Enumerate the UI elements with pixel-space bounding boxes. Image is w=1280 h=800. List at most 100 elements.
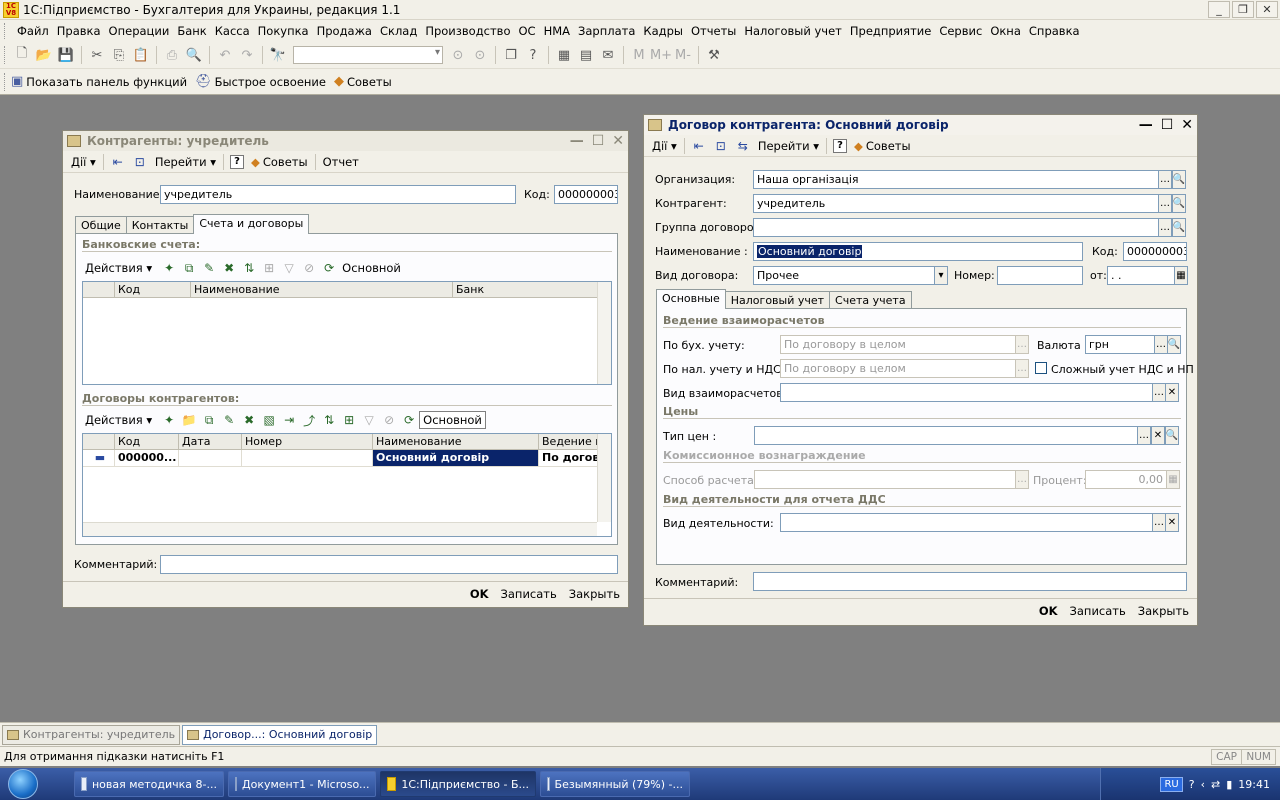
minimize-icon[interactable]: — (570, 133, 584, 149)
help-tray-icon[interactable]: ? (1189, 778, 1195, 791)
contracts-grid-vscroll[interactable] (597, 434, 611, 522)
hierarchy-icon[interactable]: ⊞ (341, 412, 357, 428)
preview-icon[interactable]: 🔍 (185, 46, 203, 64)
filter-icon[interactable]: ▽ (361, 412, 377, 428)
menu-bank[interactable]: Банк (173, 24, 210, 38)
price-type-field[interactable] (754, 426, 1138, 445)
date-from-field[interactable]: . . (1107, 266, 1175, 285)
menu-sales[interactable]: Продажа (313, 24, 376, 38)
close-icon[interactable]: ✕ (1181, 117, 1193, 133)
goto-menu[interactable]: Перейти ▾ (151, 155, 220, 169)
col-name[interactable]: Наименование (191, 282, 453, 297)
actions-menu[interactable]: Дії ▾ (67, 155, 100, 169)
clear-filter-icon[interactable]: ⊘ (381, 412, 397, 428)
windows-icon[interactable]: ❐ (502, 46, 520, 64)
minimize-button[interactable]: _ (1208, 1, 1230, 18)
help-icon[interactable]: ? (524, 46, 542, 64)
col-code[interactable]: Код (115, 282, 191, 297)
memory-plus-icon[interactable]: M+ (650, 46, 672, 64)
taskbar-item-paint[interactable]: Безымянный (79%) -... (540, 771, 690, 797)
tab-contacts[interactable]: Контакты (125, 216, 195, 234)
chevron-down-icon[interactable]: ▾ (934, 266, 948, 285)
col-bank[interactable]: Банк (453, 282, 599, 297)
code-field[interactable]: 000000003 (554, 185, 618, 204)
redo-icon[interactable]: ↷ (238, 46, 256, 64)
taskbar-item-word2[interactable]: Документ1 - Microso... (228, 771, 376, 797)
chevron-left-icon[interactable]: ‹ (1201, 778, 1205, 791)
actions-menu[interactable]: Дії ▾ (648, 139, 681, 153)
calculator-icon[interactable]: ▦ (1166, 470, 1180, 489)
dependencies-icon[interactable]: ⇆ (735, 138, 751, 154)
edit-row-icon[interactable]: ✎ (221, 412, 237, 428)
settlement-type-select-button[interactable]: … (1152, 383, 1166, 402)
menu-enterprise[interactable]: Предприятие (846, 24, 935, 38)
contract-group-select-button[interactable]: … (1158, 218, 1172, 237)
messages-icon[interactable]: ✉ (599, 46, 617, 64)
level-up-icon[interactable]: ⤴ (301, 412, 317, 428)
contract-name-field[interactable]: Основний договір (753, 242, 1083, 261)
menu-file[interactable]: Файл (13, 24, 53, 38)
contracts-grid[interactable]: Код Дата Номер Наименование Ведение вз ▬… (82, 433, 612, 537)
maximize-icon[interactable]: ☐ (592, 133, 605, 149)
activity-field[interactable] (780, 513, 1153, 532)
number-field[interactable] (997, 266, 1083, 285)
organization-field[interactable]: Наша організація (753, 170, 1159, 189)
settlement-type-clear-icon[interactable]: ✕ (1165, 383, 1179, 402)
save-button[interactable]: Записать (1070, 604, 1126, 618)
delete-row-icon[interactable]: ✖ (221, 260, 237, 276)
comment-field[interactable] (753, 572, 1187, 591)
activity-clear-icon[interactable]: ✕ (1165, 513, 1179, 532)
col-name[interactable]: Наименование (373, 434, 539, 449)
menu-production[interactable]: Производство (421, 24, 514, 38)
structure-icon[interactable]: ⊡ (713, 138, 729, 154)
tax-accounting-select-button[interactable]: … (1015, 359, 1029, 378)
copy-row-icon[interactable]: ⧉ (201, 412, 217, 428)
add-icon[interactable]: ✦ (161, 412, 177, 428)
language-indicator[interactable]: RU (1160, 776, 1183, 792)
menu-intangibles[interactable]: НМА (540, 24, 574, 38)
delete-row-icon[interactable]: ✖ (241, 412, 257, 428)
mark-delete-icon[interactable]: ▧ (261, 412, 277, 428)
maximize-icon[interactable]: ☐ (1161, 117, 1174, 133)
window-tab-counterparty[interactable]: Контрагенты: учредитель (2, 724, 181, 745)
add-folder-icon[interactable]: 📁 (181, 412, 197, 428)
price-type-open-icon[interactable]: 🔍 (1165, 426, 1179, 445)
currency-open-icon[interactable]: 🔍 (1167, 335, 1181, 354)
tab-tax-accounting[interactable]: Налоговый учет (724, 291, 831, 309)
paste-icon[interactable]: 📋 (132, 46, 150, 64)
percent-field[interactable]: 0,00 (1085, 470, 1167, 489)
tab-general[interactable]: Общие (75, 216, 127, 234)
go-back-icon[interactable]: ⇤ (110, 154, 126, 170)
col-conduct[interactable]: Ведение вз (539, 434, 599, 449)
save-button[interactable]: Записать (501, 587, 557, 601)
memory-m-icon[interactable]: M (630, 46, 648, 64)
tab-accounts-contracts[interactable]: Счета и договоры (193, 214, 310, 234)
start-button[interactable] (0, 768, 46, 800)
code-field[interactable]: 000000003 (1123, 242, 1187, 261)
complex-vat-checkbox[interactable] (1035, 362, 1047, 374)
refresh-icon[interactable]: ⟳ (401, 412, 417, 428)
help-icon[interactable]: ? (230, 154, 244, 169)
hierarchy-icon[interactable]: ⊞ (261, 260, 277, 276)
memory-minus-icon[interactable]: M- (674, 46, 692, 64)
col-code[interactable]: Код (115, 434, 179, 449)
copy-row-icon[interactable]: ⧉ (181, 260, 197, 276)
add-icon[interactable]: ✦ (161, 260, 177, 276)
menu-service[interactable]: Сервис (935, 24, 986, 38)
bank-main-button[interactable]: Основной (339, 261, 404, 275)
signal-icon[interactable]: ▮ (1226, 778, 1232, 791)
activity-select-button[interactable]: … (1152, 513, 1166, 532)
go-back-icon[interactable]: ⇤ (691, 138, 707, 154)
clear-filter-icon[interactable]: ⊘ (301, 260, 317, 276)
filter-icon[interactable]: ▽ (281, 260, 297, 276)
undo-icon[interactable]: ↶ (216, 46, 234, 64)
minimize-icon[interactable]: — (1139, 117, 1153, 133)
calculator-icon[interactable]: ▦ (555, 46, 573, 64)
close-icon[interactable]: ✕ (612, 133, 624, 149)
col-date[interactable]: Дата (179, 434, 242, 449)
counterparty-field[interactable]: учредитель (753, 194, 1159, 213)
menu-fixed-assets[interactable]: ОС (514, 24, 539, 38)
new-document-icon[interactable]: 🗋 (13, 46, 31, 64)
tools-icon[interactable]: ⚒ (705, 46, 723, 64)
contracts-actions-menu[interactable]: Действия ▾ (82, 413, 155, 427)
